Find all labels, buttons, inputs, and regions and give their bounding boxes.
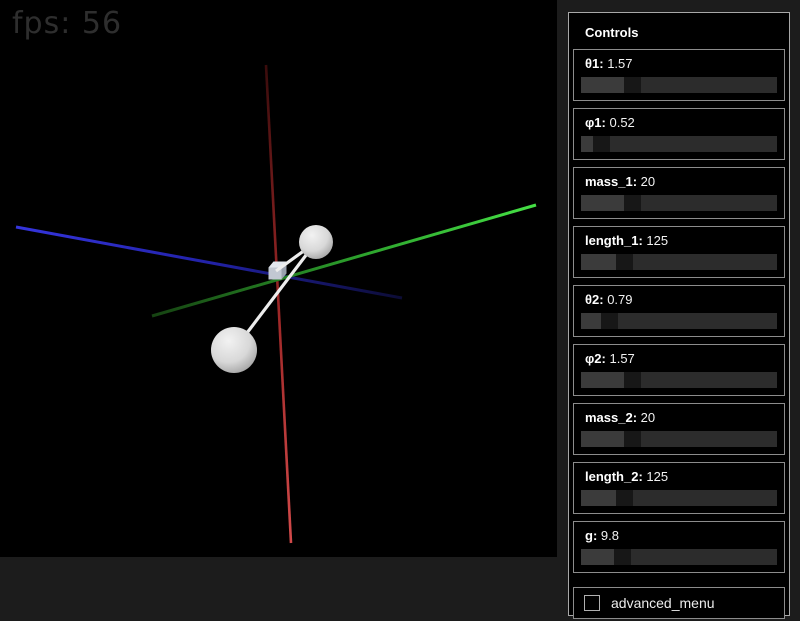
slider-name: length_1: [585,233,646,248]
slider-name: θ1: [585,56,607,71]
slider-name: g: [585,528,601,543]
slider-label: θ2: 0.79 [581,292,777,308]
slider-handle[interactable] [614,549,631,565]
slider-track[interactable] [581,136,777,152]
slider-track[interactable] [581,77,777,93]
slider-handle[interactable] [601,313,618,329]
slider-name: mass_2: [585,410,641,425]
slider-fill [581,372,624,388]
slider-value: 0.79 [607,292,632,307]
app-root: fps: 56 Controls θ1: 1.57 φ1: 0.52 mass_… [0,0,800,621]
sliders-list: θ1: 1.57 φ1: 0.52 mass_1: 20 length_1: 1… [573,49,785,573]
slider-handle[interactable] [624,77,641,93]
slider-mass_2: mass_2: 20 [573,403,785,455]
slider-handle[interactable] [624,431,641,447]
advanced-menu-checkbox[interactable] [584,595,600,611]
simulation-canvas[interactable]: fps: 56 [0,0,557,557]
slider-value: 125 [646,233,668,248]
slider-track[interactable] [581,313,777,329]
z-axis-line [16,227,402,298]
slider-fill [581,77,624,93]
slider-label: mass_2: 20 [581,410,777,426]
slider-value: 1.57 [609,351,634,366]
slider-track[interactable] [581,431,777,447]
slider-label: length_2: 125 [581,469,777,485]
slider-theta1: θ1: 1.57 [573,49,785,101]
slider-phi2: φ2: 1.57 [573,344,785,396]
slider-length_2: length_2: 125 [573,462,785,514]
slider-fill [581,254,616,270]
slider-value: 125 [646,469,668,484]
y-axis-line [152,205,536,316]
slider-label: θ1: 1.57 [581,56,777,72]
slider-name: mass_1: [585,174,641,189]
pendulum-scene [0,0,557,557]
slider-fill [581,490,616,506]
slider-track[interactable] [581,195,777,211]
slider-track[interactable] [581,549,777,565]
slider-value: 0.52 [609,115,634,130]
slider-handle[interactable] [616,254,633,270]
fps-counter: fps: 56 [12,6,122,41]
slider-name: φ2: [585,351,609,366]
slider-handle[interactable] [624,195,641,211]
slider-fill [581,195,624,211]
advanced-menu-row[interactable]: advanced_menu [573,587,785,619]
slider-name: φ1: [585,115,609,130]
slider-g: g: 9.8 [573,521,785,573]
advanced-menu-label: advanced_menu [611,595,715,611]
controls-panel: Controls θ1: 1.57 φ1: 0.52 mass_1: 20 le… [568,12,790,616]
slider-theta2: θ2: 0.79 [573,285,785,337]
slider-name: length_2: [585,469,646,484]
slider-fill [581,549,614,565]
page-top-border [0,0,800,3]
slider-value: 9.8 [601,528,619,543]
pendulum-bob-2 [211,327,257,373]
slider-label: φ1: 0.52 [581,115,777,131]
slider-length_1: length_1: 125 [573,226,785,278]
slider-fill [581,313,601,329]
slider-label: φ2: 1.57 [581,351,777,367]
slider-fill [581,136,593,152]
slider-handle[interactable] [624,372,641,388]
slider-value: 1.57 [607,56,632,71]
slider-track[interactable] [581,490,777,506]
slider-value: 20 [641,410,655,425]
slider-label: length_1: 125 [581,233,777,249]
pendulum-bob-1 [299,225,333,259]
slider-track[interactable] [581,254,777,270]
controls-title: Controls [573,17,785,49]
slider-handle[interactable] [616,490,633,506]
slider-mass_1: mass_1: 20 [573,167,785,219]
slider-track[interactable] [581,372,777,388]
slider-label: mass_1: 20 [581,174,777,190]
slider-label: g: 9.8 [581,528,777,544]
slider-name: θ2: [585,292,607,307]
slider-handle[interactable] [593,136,610,152]
slider-value: 20 [641,174,655,189]
slider-phi1: φ1: 0.52 [573,108,785,160]
slider-fill [581,431,624,447]
